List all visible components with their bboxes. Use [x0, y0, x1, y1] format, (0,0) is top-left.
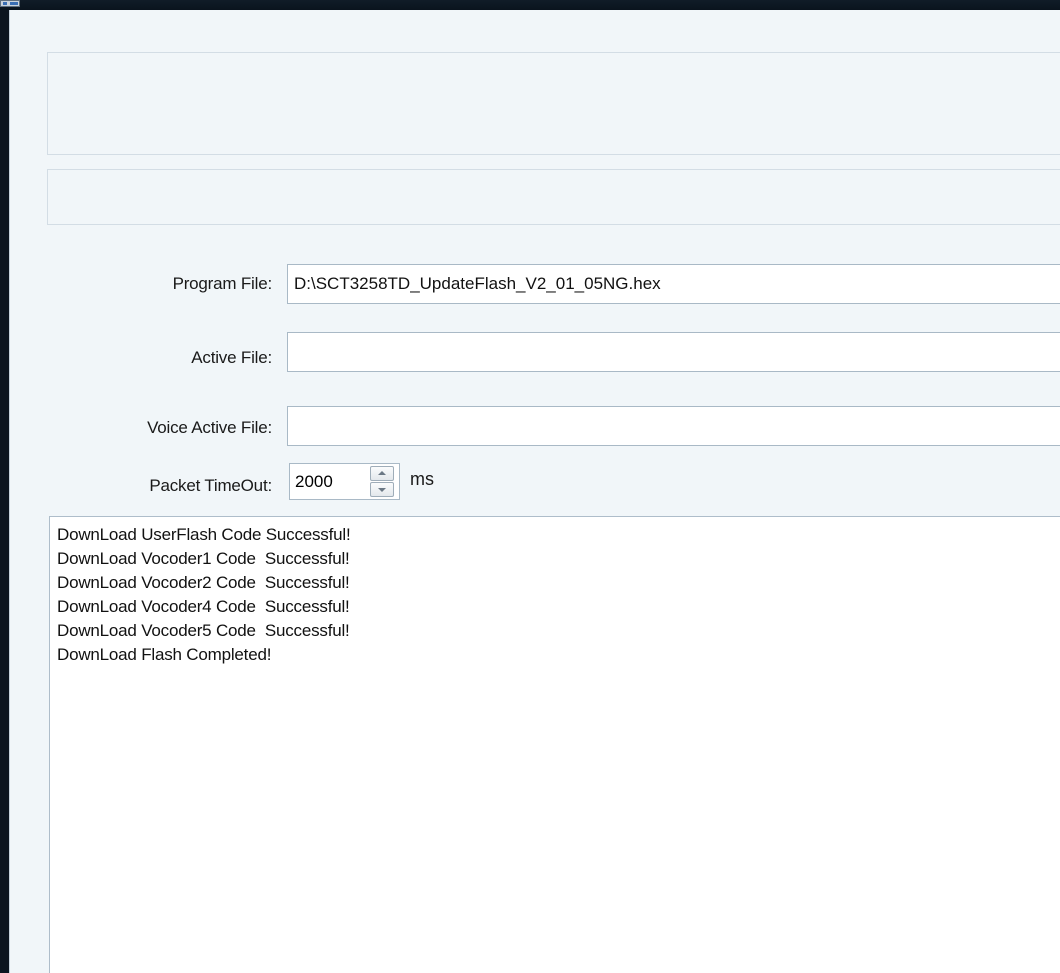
window-frame	[0, 10, 9, 973]
second-group-panel	[47, 169, 1060, 225]
log-line: DownLoad Flash Completed!	[57, 645, 272, 664]
app-window-icon[interactable]	[0, 0, 20, 7]
log-line: DownLoad Vocoder1 Code Successful!	[57, 549, 350, 568]
app-window: Program File: Active File: Voice Active …	[0, 0, 1060, 973]
active-file-input[interactable]	[287, 332, 1060, 372]
log-output[interactable]: DownLoad UserFlash Code Successful! Down…	[49, 516, 1060, 973]
timeout-unit-label: ms	[410, 469, 434, 489]
packet-timeout-label: Packet TimeOut:	[149, 476, 272, 495]
log-line: DownLoad UserFlash Code Successful!	[57, 525, 351, 544]
chevron-down-icon	[378, 488, 386, 492]
voice-active-file-input[interactable]	[287, 406, 1060, 446]
client-area: Program File: Active File: Voice Active …	[9, 10, 1060, 973]
log-line: DownLoad Vocoder5 Code Successful!	[57, 621, 350, 640]
log-line: DownLoad Vocoder2 Code Successful!	[57, 573, 350, 592]
stepper-buttons	[370, 466, 394, 497]
stepper-up-button[interactable]	[370, 466, 394, 481]
program-file-input[interactable]	[287, 264, 1060, 304]
title-bar[interactable]	[0, 0, 1060, 10]
log-line: DownLoad Vocoder4 Code Successful!	[57, 597, 350, 616]
active-file-label: Active File:	[191, 348, 272, 367]
chevron-up-icon	[378, 471, 386, 475]
program-file-label: Program File:	[172, 274, 273, 293]
voice-active-file-label: Voice Active File:	[147, 418, 272, 437]
top-group-panel	[47, 52, 1060, 155]
stepper-down-button[interactable]	[370, 482, 394, 497]
packet-timeout-stepper[interactable]	[289, 463, 400, 500]
